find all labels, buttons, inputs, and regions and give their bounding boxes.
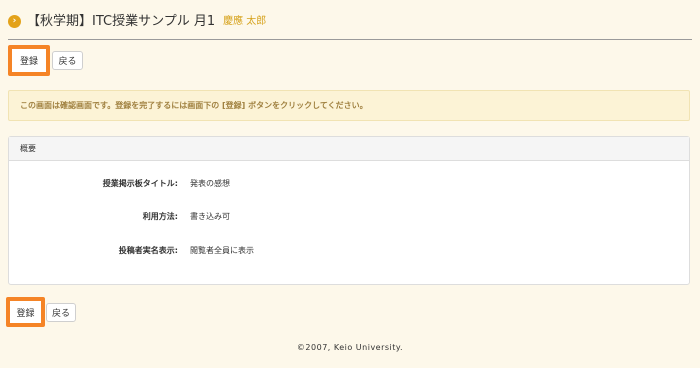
user-name: 慶應 太郎 [223, 16, 267, 27]
field-row: 授業掲示板タイトル: 発表の感想 [9, 177, 689, 191]
field-row: 利用方法: 書き込み可 [9, 210, 689, 224]
field-row: 投稿者実名表示: 閲覧者全員に表示 [9, 244, 689, 258]
register-button-bottom[interactable]: 登録 [6, 297, 45, 327]
back-button-top[interactable]: 戻る [52, 51, 83, 70]
field-label: 授業掲示板タイトル: [102, 179, 178, 188]
field-value: 閲覧者全員に表示 [190, 246, 254, 255]
confirmation-notice: この画面は確認画面です。登録を完了するには画面下の [登録] ボタンをクリックし… [8, 90, 690, 121]
back-button-bottom[interactable]: 戻る [46, 303, 76, 322]
field-value: 発表の感想 [190, 179, 230, 188]
page-title: 【秋学期】ITC授業サンプル 月1 [27, 14, 216, 29]
chevron-right-circle-icon: › [8, 15, 21, 28]
field-label: 投稿者実名表示: [118, 246, 178, 255]
summary-panel: 概要 授業掲示板タイトル: 発表の感想 利用方法: 書き込み可 投稿者実名表示:… [8, 136, 690, 285]
copyright-footer: ©2007, Keio University. [296, 343, 404, 352]
field-value: 書き込み可 [190, 212, 230, 221]
field-label: 利用方法: [142, 212, 178, 221]
panel-heading: 概要 [9, 137, 689, 161]
register-button-top[interactable]: 登録 [8, 45, 50, 76]
page-header: › 【秋学期】ITC授業サンプル 月1 慶應 太郎 [8, 12, 692, 40]
